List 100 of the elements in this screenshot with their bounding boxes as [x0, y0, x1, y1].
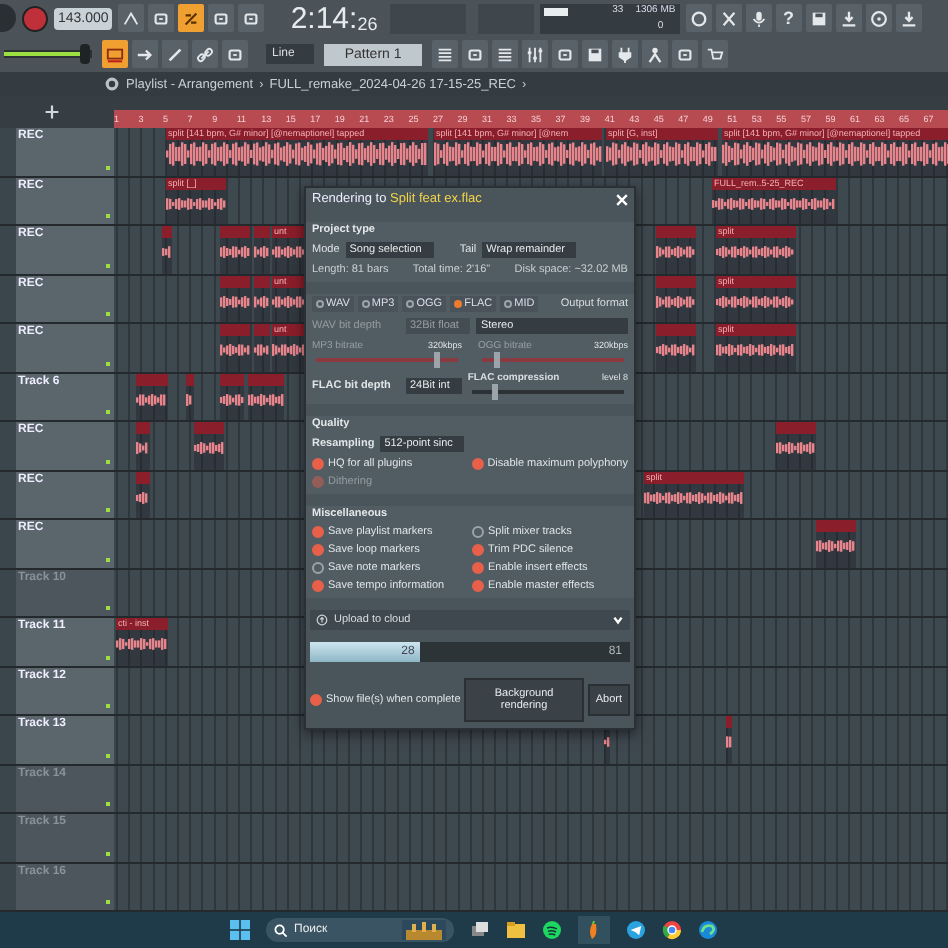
toolbar-button[interactable] [461, 40, 488, 68]
toolbar-button[interactable] [132, 40, 158, 68]
audio-clip[interactable] [656, 324, 696, 371]
toolbar-button[interactable] [715, 4, 742, 32]
toolbar-button[interactable] [178, 4, 205, 32]
toolbar-button[interactable] [238, 4, 265, 32]
mixer-icon [525, 45, 544, 63]
toolbar-button[interactable] [835, 4, 862, 32]
toolbar-button[interactable] [641, 40, 668, 68]
clip-header [220, 324, 250, 336]
audio-clip[interactable] [656, 226, 696, 273]
move-icon[interactable] [44, 104, 60, 120]
checkbox[interactable] [312, 562, 324, 574]
toolbar-button[interactable] [222, 40, 248, 68]
clip-header [220, 226, 250, 238]
clip-header [254, 324, 270, 336]
toolbar-button[interactable] [148, 4, 175, 32]
toolbar-button[interactable] [162, 40, 188, 68]
app-icon[interactable] [542, 920, 562, 940]
download-icon [899, 9, 918, 27]
audio-clip[interactable] [248, 373, 284, 420]
countdown-icon [182, 9, 201, 27]
brush-icon [166, 45, 184, 63]
checkbox[interactable] [312, 526, 324, 538]
refresh-icon [689, 9, 708, 27]
audio-clip[interactable] [162, 226, 172, 273]
audio-clip[interactable] [254, 226, 270, 273]
toolbar-button[interactable] [685, 4, 712, 32]
audio-clip[interactable] [186, 373, 194, 420]
toolbar-button[interactable] [551, 40, 578, 68]
checkbox[interactable] [471, 458, 484, 470]
task-view-icon[interactable] [470, 920, 490, 940]
clip-header [726, 716, 732, 728]
checkbox[interactable] [472, 544, 484, 556]
clip-header [656, 324, 696, 336]
toolbar-button[interactable] [671, 40, 698, 68]
toolbar-button[interactable]: ? [775, 4, 802, 32]
audio-clip[interactable] [136, 471, 150, 518]
export-icon [839, 9, 858, 27]
toolbar-button[interactable] [701, 40, 728, 68]
audio-clip[interactable] [254, 275, 270, 322]
audio-clip[interactable] [220, 373, 244, 420]
paper-plane-icon[interactable] [626, 920, 646, 940]
audio-clip[interactable] [656, 275, 696, 322]
toolbar-button[interactable] [431, 40, 458, 68]
toolbar-button[interactable] [491, 40, 518, 68]
audio-clip[interactable] [816, 520, 856, 567]
cart-icon [705, 45, 724, 63]
audio-clip[interactable] [194, 422, 224, 469]
scissors-icon [719, 9, 738, 27]
toolbar-button[interactable] [745, 4, 772, 32]
audio-clip[interactable] [136, 373, 168, 420]
audio-clip[interactable] [136, 422, 150, 469]
toolbar-button[interactable] [192, 40, 218, 68]
save-icon [809, 9, 828, 27]
folder-icon[interactable] [506, 920, 526, 940]
record-icon[interactable] [22, 5, 48, 31]
time-display: 2:14: [290, 1, 358, 35]
toolbar-button[interactable] [581, 40, 608, 68]
toolbar-button[interactable] [118, 4, 145, 32]
clip-header [162, 226, 172, 238]
toolbar-button[interactable] [208, 4, 235, 32]
time-centiseconds: 26 [357, 13, 378, 35]
close-icon[interactable] [616, 193, 628, 205]
slider-thumb[interactable] [491, 384, 498, 400]
cpu-bar [543, 7, 568, 15]
volume-slider[interactable] [4, 50, 92, 58]
toolbar-button[interactable] [521, 40, 548, 68]
link-icon [196, 45, 214, 63]
toolbar-button[interactable] [805, 4, 832, 32]
toolbar-button[interactable] [611, 40, 638, 68]
clip-header [136, 422, 150, 434]
plug-icon [615, 45, 634, 63]
checkbox[interactable] [312, 544, 324, 556]
checkbox[interactable] [312, 580, 324, 592]
toolbar-button[interactable] [102, 40, 128, 68]
clip-header [194, 422, 224, 434]
metronome-icon [122, 9, 141, 27]
save-icon [585, 45, 604, 63]
audio-clip[interactable] [776, 422, 816, 469]
checkbox[interactable] [310, 694, 322, 706]
audio-clip[interactable] [220, 324, 250, 371]
record-mode-icon [106, 45, 124, 63]
audio-clip[interactable] [220, 226, 250, 273]
audio-clip[interactable] [254, 324, 270, 371]
gear-icon[interactable] [104, 76, 120, 92]
start-icon[interactable] [230, 920, 250, 940]
checkbox[interactable] [472, 580, 484, 592]
checkbox[interactable] [312, 458, 324, 470]
audio-clip[interactable] [220, 275, 250, 322]
checkbox[interactable] [472, 526, 484, 538]
toolbar-button[interactable] [895, 4, 922, 32]
checkbox[interactable] [472, 562, 484, 574]
clip-header [776, 422, 816, 434]
toolbar-button[interactable] [865, 4, 892, 32]
microphone-icon [749, 9, 768, 27]
clip-header [816, 520, 856, 532]
audio-clip[interactable] [726, 716, 732, 763]
person-icon [645, 45, 664, 63]
channel-rack-icon [495, 45, 514, 63]
